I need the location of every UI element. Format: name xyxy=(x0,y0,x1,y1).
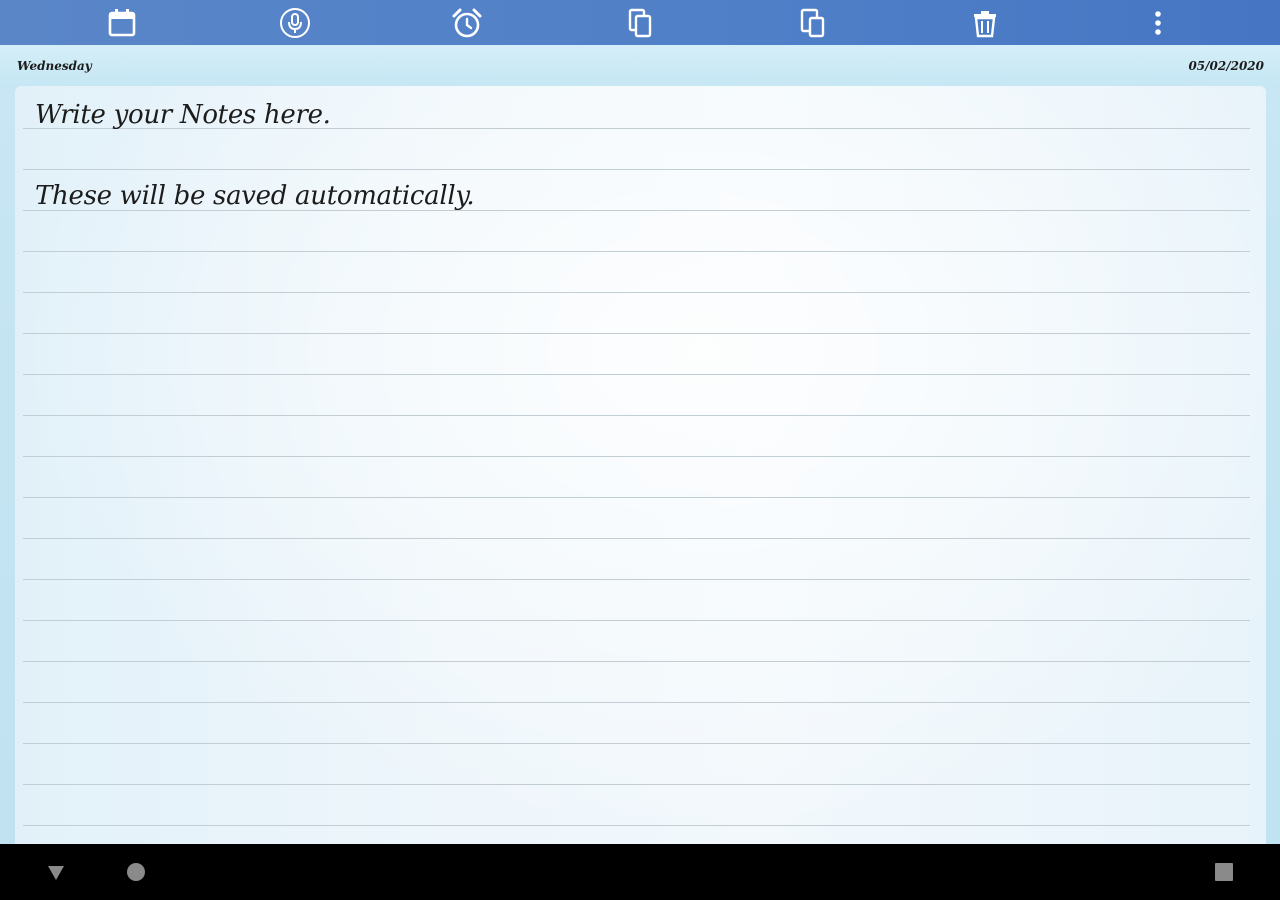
ruled-line xyxy=(23,456,1250,457)
home-circle-icon xyxy=(127,863,145,881)
ruled-line xyxy=(23,333,1250,334)
back-triangle-icon xyxy=(48,866,64,880)
voice-input-button[interactable] xyxy=(275,3,315,43)
ruled-line xyxy=(23,579,1250,580)
ruled-line xyxy=(23,661,1250,662)
calendar-icon xyxy=(108,8,136,36)
ruled-line xyxy=(23,292,1250,293)
ruled-line xyxy=(23,825,1250,826)
day-label: Wednesday xyxy=(17,59,92,73)
ruled-line xyxy=(23,743,1250,744)
delete-button[interactable] xyxy=(965,3,1005,43)
back-button[interactable] xyxy=(26,844,86,900)
ruled-line xyxy=(23,538,1250,539)
recent-apps-square-icon xyxy=(1215,863,1233,881)
ruled-line xyxy=(23,169,1250,170)
alarm-button[interactable] xyxy=(447,3,487,43)
copy-button[interactable] xyxy=(620,3,660,43)
note-editor[interactable]: Write your Notes here. These will be sav… xyxy=(15,86,1266,844)
overflow-menu-button[interactable] xyxy=(1138,3,1178,43)
top-toolbar xyxy=(0,0,1280,45)
ruled-line xyxy=(23,251,1250,252)
trash-icon xyxy=(974,10,997,37)
paste-icon xyxy=(800,8,824,37)
ruled-line xyxy=(23,374,1250,375)
date-header: Wednesday 05/02/2020 xyxy=(0,45,1280,85)
ruled-line xyxy=(23,415,1250,416)
note-line-3[interactable]: These will be saved automatically. xyxy=(35,181,475,211)
ruled-line xyxy=(23,497,1250,498)
calendar-button[interactable] xyxy=(102,3,142,43)
microphone-icon xyxy=(279,7,310,38)
ruled-line xyxy=(23,620,1250,621)
date-label[interactable]: 05/02/2020 xyxy=(1188,59,1264,73)
ruled-line xyxy=(23,784,1250,785)
paste-button[interactable] xyxy=(793,3,833,43)
ruled-line xyxy=(23,702,1250,703)
system-navbar xyxy=(0,844,1280,900)
note-line-1[interactable]: Write your Notes here. xyxy=(35,100,331,130)
copy-icon xyxy=(628,8,652,37)
more-vertical-icon xyxy=(1154,10,1161,35)
recent-apps-button[interactable] xyxy=(1194,844,1254,900)
home-button[interactable] xyxy=(106,844,166,900)
alarm-clock-icon xyxy=(452,8,482,37)
